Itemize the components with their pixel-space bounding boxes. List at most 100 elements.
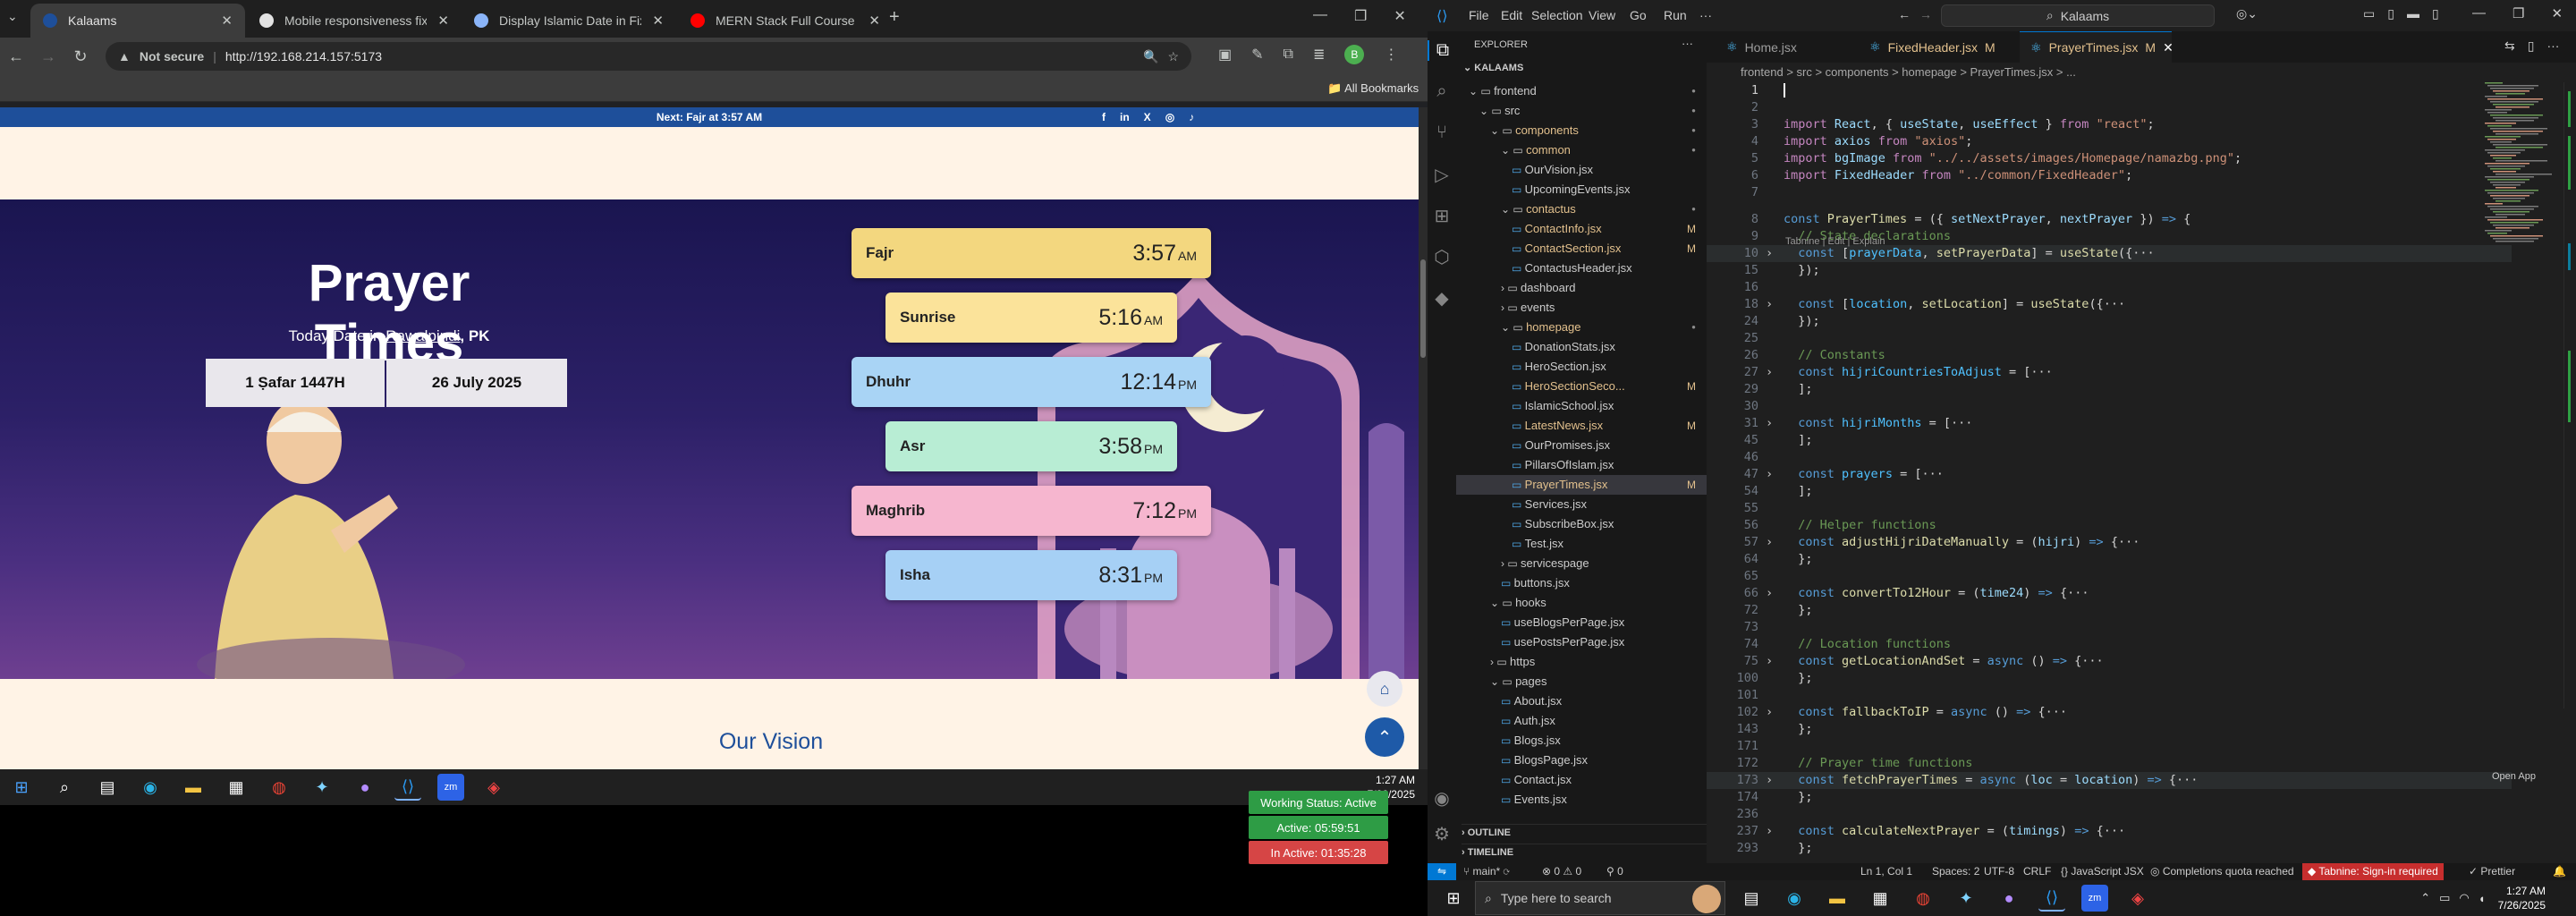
workspace-title[interactable]: ⌄ KALAAMS — [1463, 62, 1523, 73]
code-line[interactable]: 54 ]; — [1707, 483, 2512, 500]
zoom-app-icon[interactable]: zm — [2081, 885, 2108, 912]
explorer-folder[interactable]: ⌄ ▭ src ● — [1456, 101, 1707, 121]
code-line[interactable]: 237 › const calculateNextPrayer = (timing… — [1707, 823, 2512, 840]
fold-chevron-icon[interactable]: › — [1766, 415, 1773, 432]
social-link-icon[interactable]: ◎ — [1165, 107, 1174, 127]
close-window-button[interactable]: ✕ — [1394, 7, 1405, 25]
code-line[interactable]: 15 }); — [1707, 262, 2512, 279]
explorer-folder[interactable]: › ▭ https — [1456, 652, 1707, 672]
all-bookmarks-link[interactable]: 📁 All Bookmarks — [1327, 81, 1419, 96]
explorer-folder[interactable]: › ▭ events — [1456, 298, 1707, 318]
menu-go[interactable]: Go — [1630, 8, 1647, 22]
explorer-file[interactable]: ▭ PillarsOfIslam.jsx — [1456, 455, 1707, 475]
zoom-app-icon[interactable]: zm — [437, 774, 464, 801]
timeline-section[interactable]: › TIMELINE — [1462, 844, 1707, 858]
explorer-file[interactable]: ▭ OurPromises.jsx — [1456, 436, 1707, 455]
tray-chevron-icon[interactable]: ⌃ — [2420, 891, 2430, 905]
code-line[interactable]: 27 › const hijriCountriesToAdjust = [··· — [1707, 364, 2512, 381]
tab-search-button[interactable]: ⌄ — [7, 9, 18, 24]
file-explorer-icon[interactable]: ▬ — [1824, 885, 1851, 912]
explorer-icon[interactable]: ⧉ — [1428, 40, 1456, 61]
fold-chevron-icon[interactable]: › — [1766, 245, 1773, 262]
minimize-button[interactable]: — — [1313, 7, 1327, 25]
explorer-file[interactable]: ▭ Blogs.jsx — [1456, 731, 1707, 751]
code-line[interactable]: 16 — [1707, 279, 2512, 296]
explorer-folder[interactable]: ⌄ ▭ contactus ● — [1456, 199, 1707, 219]
account-icon[interactable]: ◉ — [1428, 787, 1456, 810]
menu-run[interactable]: Run — [1664, 8, 1687, 22]
line-ending[interactable]: CRLF — [2023, 863, 2051, 880]
explorer-file[interactable]: ▭ About.jsx — [1456, 691, 1707, 711]
mosque-badge-icon[interactable]: ⌂ — [1367, 671, 1402, 707]
chrome-icon[interactable]: ◍ — [1910, 885, 1936, 912]
puzzle-extension-icon[interactable]: ⧉ — [1284, 47, 1293, 63]
menu-view[interactable]: View — [1589, 8, 1615, 22]
menu-more[interactable]: ··· — [1699, 8, 1712, 22]
encoding[interactable]: UTF-8 — [1984, 863, 2014, 880]
app-icon[interactable]: ✦ — [309, 774, 335, 801]
code-line[interactable]: 75 › const getLocationAndSet = async () =… — [1707, 653, 2512, 670]
search-view-icon[interactable]: ⌕ — [1428, 81, 1456, 102]
fold-chevron-icon[interactable]: › — [1766, 653, 1773, 670]
address-bar[interactable]: ▲ Not secure | http://192.168.214.157:51… — [106, 42, 1191, 71]
layout-icon[interactable]: ▭ — [2363, 6, 2375, 21]
explorer-folder[interactable]: ⌄ ▭ homepage ● — [1456, 318, 1707, 337]
explorer-file[interactable]: ▭ Contact.jsx — [1456, 770, 1707, 790]
code-line[interactable]: 101 — [1707, 687, 2512, 704]
code-line[interactable]: 100 }; — [1707, 670, 2512, 687]
taskbar-search-box[interactable]: ⌕ Type here to search — [1475, 881, 1725, 915]
explorer-file[interactable]: ▭ Services.jsx — [1456, 495, 1707, 514]
more-actions-icon[interactable]: ··· — [2546, 38, 2559, 54]
minimap[interactable] — [2481, 82, 2562, 243]
explorer-file[interactable]: ▭ HeroSection.jsx — [1456, 357, 1707, 377]
restore-button[interactable]: ❐ — [1354, 7, 1367, 25]
code-line[interactable]: 4 import axios from "axios"; — [1707, 133, 2512, 150]
branch-indicator[interactable]: ⑂ main* ⟳ — [1463, 863, 1510, 880]
zoom-icon[interactable]: 🔍 — [1143, 49, 1158, 64]
editor-scrollbar[interactable] — [2563, 82, 2576, 708]
cursor-position[interactable]: Ln 1, Col 1 — [1860, 863, 1912, 880]
explorer-file[interactable]: ▭ SubscribeBox.jsx — [1456, 514, 1707, 534]
code-line[interactable]: 31 › const hijriMonths = [··· — [1707, 415, 2512, 432]
code-line[interactable]: 18 › const [location, setLocation] = useS… — [1707, 296, 2512, 313]
fold-chevron-icon[interactable]: › — [1766, 823, 1773, 840]
code-line[interactable]: 173 › const fetchPrayerTimes = async (loc… — [1707, 772, 2512, 790]
outline-section[interactable]: › OUTLINE — [1462, 824, 1707, 838]
copilot-icon[interactable]: ◎⌄ — [2236, 6, 2258, 21]
code-line[interactable]: 102 › const fallbackToIP = async () => {·… — [1707, 704, 2512, 721]
code-line[interactable]: 2 — [1707, 99, 2512, 116]
city-link[interactable]: Rawalpindi — [386, 327, 460, 344]
editor-tab[interactable]: ⚛ FixedHeader.jsx M — [1859, 31, 2012, 63]
code-line[interactable]: 57 › const adjustHijriDateManually = (hij… — [1707, 534, 2512, 551]
tab-close-icon[interactable]: ✕ — [869, 13, 880, 29]
manage-gear-icon[interactable]: ⚙ — [1428, 823, 1456, 845]
edge-icon[interactable]: ◉ — [1781, 885, 1808, 912]
media-icon[interactable]: ≣ — [1313, 46, 1325, 64]
nav-back-icon[interactable]: ← — [1898, 7, 1911, 21]
fold-chevron-icon[interactable]: › — [1766, 364, 1773, 381]
app-icon[interactable]: ✦ — [1953, 885, 1979, 912]
code-line[interactable]: 293 }; — [1707, 840, 2512, 857]
code-line[interactable]: 72 }; — [1707, 602, 2512, 619]
explorer-file[interactable]: ▭ ContactInfo.jsx M — [1456, 219, 1707, 239]
code-line[interactable]: 66 › const convertTo12Hour = (time24) => … — [1707, 585, 2512, 602]
extension-icon[interactable]: ▣ — [1218, 46, 1232, 64]
explorer-file[interactable]: ▭ BlogsPage.jsx — [1456, 751, 1707, 770]
vs-restore-button[interactable]: ❐ — [2512, 5, 2524, 21]
vscode-icon[interactable]: ⟨⟩ — [2038, 885, 2065, 912]
chrome-menu-icon[interactable]: ⋮ — [1384, 46, 1398, 64]
search-icon[interactable]: ⌕ — [51, 774, 78, 801]
ports-indicator[interactable]: ⚲ 0 — [1606, 863, 1623, 880]
menu-selection[interactable]: Selection — [1531, 8, 1583, 22]
edge-icon[interactable]: ◉ — [137, 774, 164, 801]
explorer-file[interactable]: ▭ usePostsPerPage.jsx — [1456, 632, 1707, 652]
tabnine-status[interactable]: ◆ Tabnine: Sign-in required — [2302, 863, 2444, 880]
code-line[interactable]: 236 — [1707, 806, 2512, 823]
tab-close-icon[interactable]: ✕ — [221, 13, 233, 29]
code-line[interactable]: 5 import bgImage from "../../assets/image… — [1707, 150, 2512, 167]
bookmark-star-icon[interactable]: ☆ — [1167, 49, 1179, 64]
vs-close-button[interactable]: ✕ — [2551, 5, 2563, 21]
code-line[interactable]: 6 import FixedHeader from "../common/Fixe… — [1707, 167, 2512, 184]
explorer-folder[interactable]: ⌄ ▭ components ● — [1456, 121, 1707, 140]
code-line[interactable]: 46 — [1707, 449, 2512, 466]
